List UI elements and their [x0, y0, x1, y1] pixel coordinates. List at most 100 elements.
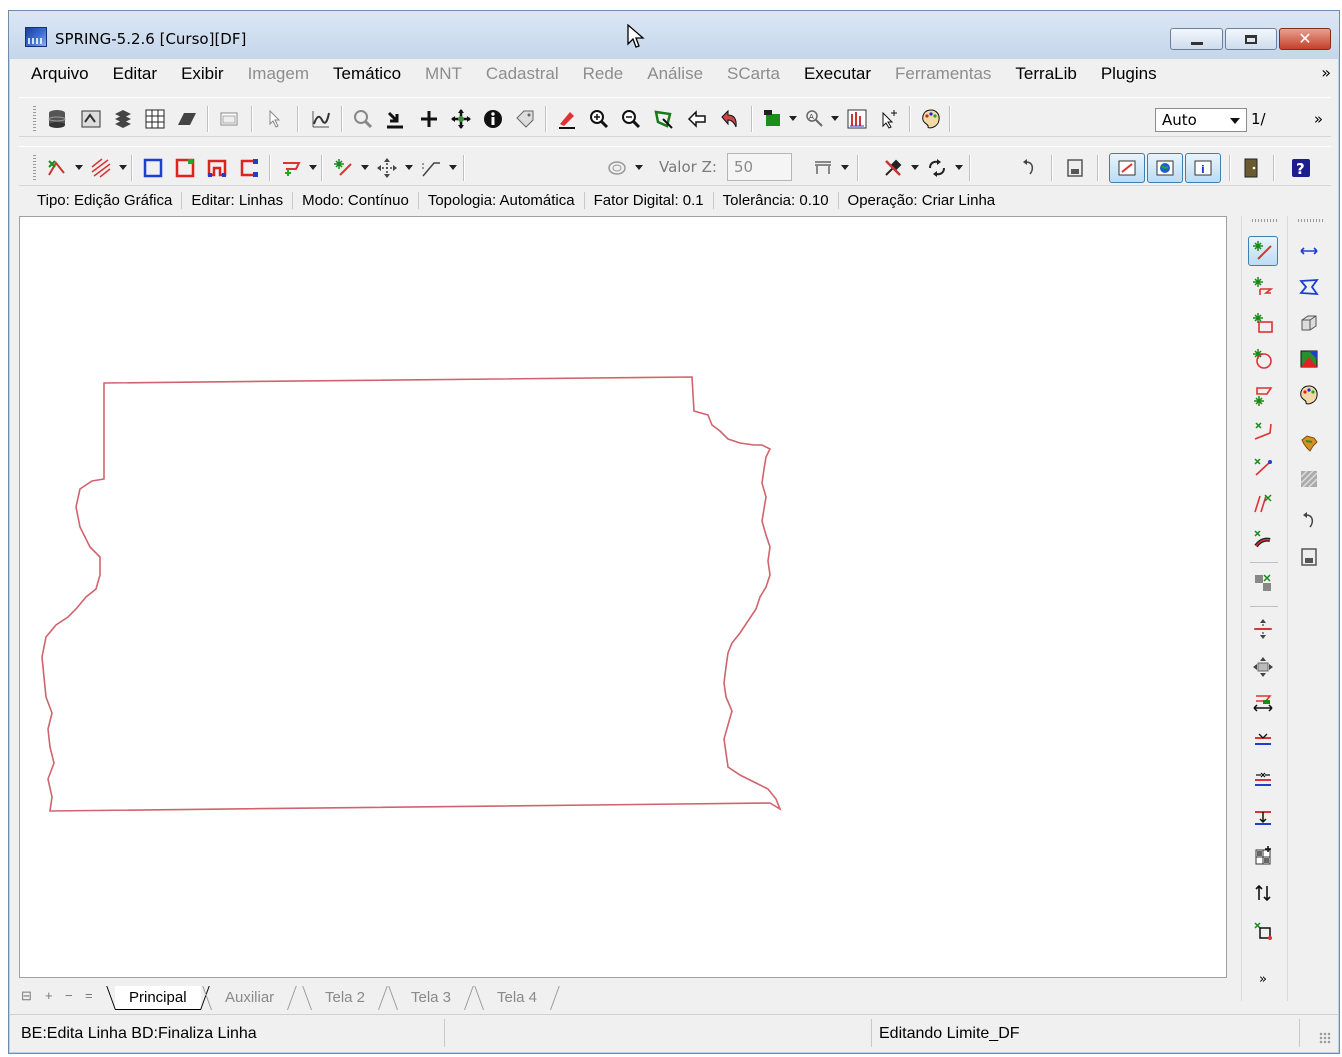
label-icon[interactable]: A [801, 105, 829, 133]
red-arch-icon[interactable] [203, 154, 231, 182]
toolbar-overflow-button[interactable]: » [1314, 110, 1323, 128]
undo-icon[interactable] [1015, 154, 1043, 182]
3d-view-icon[interactable] [1294, 308, 1324, 338]
hatch-lines-icon[interactable] [87, 154, 115, 182]
node-edit-icon[interactable] [43, 154, 71, 182]
red-square-icon[interactable] [171, 154, 199, 182]
join-line-tool[interactable] [1248, 764, 1278, 794]
angle-line-icon[interactable] [417, 154, 445, 182]
map-canvas[interactable] [19, 216, 1227, 978]
palette-overflow-chevron[interactable]: » [1248, 964, 1278, 994]
move-point-icon[interactable] [373, 154, 401, 182]
zoom-area-icon[interactable] [649, 105, 677, 133]
insert-point-tool[interactable] [1248, 802, 1278, 832]
create-rectangle-tool[interactable] [1248, 308, 1278, 338]
create-line-tool[interactable] [1248, 236, 1278, 266]
menu-rede[interactable]: Rede [571, 64, 636, 84]
menu-imagem[interactable]: Imagem [236, 64, 321, 84]
edit-pencil-icon[interactable] [553, 105, 581, 133]
menu-cadastral[interactable]: Cadastral [474, 64, 571, 84]
reshape-tool[interactable] [1248, 688, 1278, 718]
connect-line-tool[interactable] [1248, 452, 1278, 482]
layer-color-dropdown-arrow[interactable] [789, 116, 797, 121]
pan-icon[interactable] [447, 105, 475, 133]
label-dropdown-arrow[interactable] [831, 116, 839, 121]
tab-window-icon[interactable]: ⊟ [21, 988, 32, 1004]
palette-icon[interactable] [917, 105, 945, 133]
project-icon[interactable] [77, 105, 105, 133]
menu-analise[interactable]: Análise [635, 64, 715, 84]
tab-tela-3[interactable]: Tela 3 [397, 986, 465, 1010]
curve-chart-icon[interactable] [307, 105, 335, 133]
resize-grip[interactable] [1319, 1032, 1331, 1044]
layer-color-icon[interactable] [759, 105, 787, 133]
menu-terralib[interactable]: TerraLib [1003, 64, 1088, 84]
parallel-line-tool[interactable] [1248, 488, 1278, 518]
curve-line-tool[interactable] [1248, 524, 1278, 554]
menu-overflow-button[interactable]: » [1321, 63, 1331, 82]
tab-add-button[interactable]: + [45, 988, 53, 1003]
toolbar-grip[interactable] [33, 155, 36, 181]
pointer-select-icon[interactable] [261, 105, 289, 133]
help-icon[interactable]: ? [1287, 154, 1315, 182]
tab-tela-4[interactable]: Tela 4 [483, 986, 551, 1010]
valor-z-input[interactable]: 50 [727, 153, 792, 181]
tab-tela-2[interactable]: Tela 2 [311, 986, 379, 1010]
previous-view-icon[interactable] [683, 105, 711, 133]
create-area-tool[interactable] [1248, 380, 1278, 410]
swap-direction-tool[interactable] [1248, 878, 1278, 908]
move-node-tool[interactable] [1248, 614, 1278, 644]
hatch-dropdown-arrow[interactable] [119, 165, 127, 170]
measure-area-icon[interactable] [1294, 272, 1324, 302]
create-line-dropdown-arrow[interactable] [361, 165, 369, 170]
create-circle-tool[interactable] [1248, 344, 1278, 374]
move-point-dropdown-arrow[interactable] [405, 165, 413, 170]
tab-principal[interactable]: Principal [115, 986, 201, 1010]
menu-arquivo[interactable]: Arquivo [19, 64, 101, 84]
menu-editar[interactable]: Editar [101, 64, 169, 84]
globe-toggle[interactable] [1147, 153, 1183, 183]
menu-plugins[interactable]: Plugins [1089, 64, 1169, 84]
menu-exibir[interactable]: Exibir [169, 64, 236, 84]
menu-ferramentas[interactable]: Ferramentas [883, 64, 1003, 84]
color-palette-icon[interactable] [1294, 380, 1324, 410]
blue-square-icon[interactable] [139, 154, 167, 182]
zoom-mode-select[interactable]: Auto [1155, 108, 1247, 132]
crosshair-icon[interactable] [415, 105, 443, 133]
undo-arrow-icon[interactable] [715, 105, 743, 133]
toolbar-grip[interactable] [1298, 219, 1324, 222]
toolbar-grip[interactable] [33, 106, 36, 132]
tag-icon[interactable] [511, 105, 539, 133]
move-vertex-tool[interactable] [1248, 652, 1278, 682]
magnifier-icon[interactable] [349, 105, 377, 133]
polygon-dropdown-arrow[interactable] [309, 165, 317, 170]
exit-door-icon[interactable] [1237, 154, 1265, 182]
menu-executar[interactable]: Executar [792, 64, 883, 84]
create-line-icon[interactable] [329, 154, 357, 182]
image-layer-icon[interactable] [1294, 344, 1324, 374]
tools-icon[interactable] [879, 154, 907, 182]
layers-icon[interactable] [109, 105, 137, 133]
extend-line-tool[interactable] [1248, 416, 1278, 446]
info-icon[interactable] [479, 105, 507, 133]
window-icon[interactable] [215, 105, 243, 133]
maximize-button[interactable] [1225, 28, 1277, 50]
minimize-button[interactable] [1170, 28, 1223, 50]
rotate-dropdown-arrow[interactable] [955, 165, 963, 170]
valor-z-dropdown-arrow[interactable] [635, 165, 643, 170]
menu-scarta[interactable]: SCarta [715, 64, 792, 84]
plane-icon[interactable] [173, 105, 201, 133]
red-bracket-icon[interactable] [235, 154, 263, 182]
menu-tematico[interactable]: Temático [321, 64, 413, 84]
cursor-plus-icon[interactable] [875, 105, 903, 133]
measure-distance-icon[interactable] [1294, 236, 1324, 266]
scale-ratio-text[interactable]: 1/ [1251, 110, 1266, 128]
zoom-in-icon[interactable] [585, 105, 613, 133]
toolbar-grip[interactable] [1252, 219, 1278, 222]
angle-line-dropdown-arrow[interactable] [449, 165, 457, 170]
rotate-icon[interactable] [923, 154, 951, 182]
node-edit-dropdown-arrow[interactable] [75, 165, 83, 170]
zoom-out-icon[interactable] [617, 105, 645, 133]
tab-auxiliar[interactable]: Auxiliar [211, 986, 288, 1010]
table-icon[interactable] [809, 154, 837, 182]
